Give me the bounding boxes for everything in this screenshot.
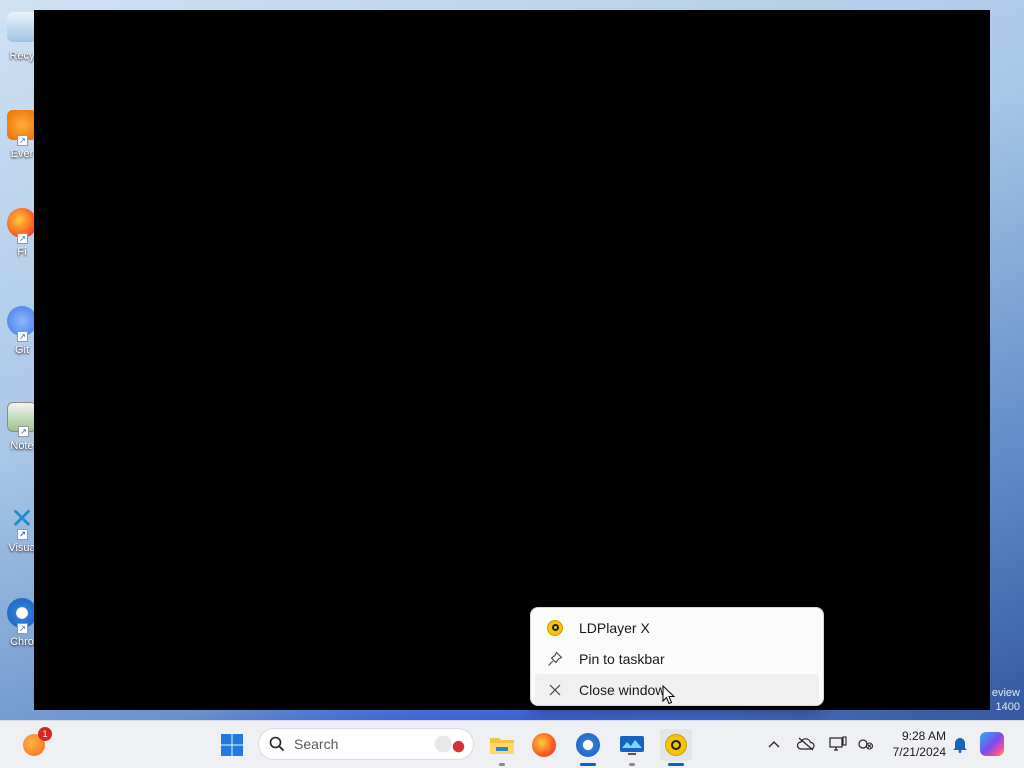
search-highlight-icon bbox=[433, 731, 467, 757]
notification-badge: 1 bbox=[38, 727, 52, 741]
cloud-offline-icon bbox=[797, 737, 815, 751]
running-indicator bbox=[580, 763, 596, 766]
desktop-icon-label: Git bbox=[14, 344, 30, 356]
onedrive-button[interactable] bbox=[792, 730, 820, 758]
chevron-up-icon bbox=[768, 741, 780, 748]
taskbar-chrome[interactable] bbox=[572, 729, 604, 766]
taskbar-firefox[interactable] bbox=[528, 729, 560, 761]
search-icon bbox=[269, 736, 285, 752]
desktop-icon-label: Visua bbox=[8, 542, 36, 554]
menu-item-label: Pin to taskbar bbox=[579, 650, 665, 667]
folder-icon bbox=[490, 738, 514, 754]
volume-button[interactable] bbox=[852, 730, 880, 758]
network-button[interactable] bbox=[824, 730, 852, 758]
notepad-icon: ↗ bbox=[7, 402, 37, 437]
start-button[interactable] bbox=[216, 729, 248, 761]
notifications-button[interactable] bbox=[946, 730, 974, 758]
watermark-line: eview bbox=[991, 687, 1020, 699]
recycle-bin-icon bbox=[7, 12, 37, 42]
bell-icon bbox=[953, 738, 967, 753]
windows-logo-icon bbox=[221, 734, 243, 756]
ldplayer-window[interactable] bbox=[34, 10, 990, 710]
evaluation-watermark: eview 1400 bbox=[992, 686, 1020, 714]
everything-icon: ↗ bbox=[7, 110, 37, 146]
show-hidden-icons-button[interactable] bbox=[760, 730, 788, 758]
desktop-icon-label: Fi bbox=[17, 246, 27, 258]
firefox-icon: ↗ bbox=[7, 208, 37, 244]
clock-time: 9:28 AM bbox=[901, 729, 946, 743]
chrome-icon: ↗ bbox=[7, 598, 37, 634]
menu-item-label: Close window bbox=[579, 681, 666, 698]
widgets-button[interactable]: 1 bbox=[18, 727, 52, 761]
menu-item-label: LDPlayer X bbox=[579, 619, 650, 636]
tray-right bbox=[946, 720, 1006, 768]
vscode-icon: ✕ ↗ bbox=[10, 503, 34, 540]
chrome-icon bbox=[576, 733, 600, 757]
firefox-icon bbox=[532, 733, 556, 757]
running-indicator bbox=[499, 763, 505, 766]
taskbar-search-box[interactable]: Search bbox=[258, 728, 474, 760]
close-icon bbox=[546, 681, 564, 699]
monitor-icon bbox=[620, 736, 644, 755]
running-indicator bbox=[668, 763, 684, 766]
ldplayer-icon bbox=[665, 734, 687, 756]
mouse-cursor-icon bbox=[662, 684, 676, 705]
desktop-icon-label: Ever bbox=[10, 148, 34, 160]
copilot-icon bbox=[980, 732, 1004, 756]
taskbar-ldplayer[interactable] bbox=[660, 729, 692, 766]
taskbar-file-explorer[interactable] bbox=[486, 729, 518, 766]
settings-status-icon bbox=[858, 739, 874, 750]
git-icon: ↗ bbox=[7, 306, 37, 342]
desktop-icon-label: Recy bbox=[9, 50, 35, 62]
clock-date: 7/21/2024 bbox=[892, 745, 946, 759]
taskbar-jump-menu: LDPlayer X Pin to taskbar Close window bbox=[530, 607, 824, 706]
menu-item-app[interactable]: LDPlayer X bbox=[535, 612, 819, 643]
taskbar-monitor-app[interactable] bbox=[616, 729, 648, 766]
taskbar-clock[interactable]: 9:28 AM 7/21/2024 bbox=[880, 728, 946, 760]
running-indicator bbox=[629, 763, 635, 766]
search-placeholder: Search bbox=[294, 736, 339, 752]
pin-icon bbox=[546, 650, 564, 668]
desktop-icon-label: Note bbox=[10, 440, 34, 452]
watermark-line: 1400 bbox=[995, 701, 1020, 713]
menu-item-close-window[interactable]: Close window bbox=[535, 674, 819, 705]
copilot-button[interactable] bbox=[978, 730, 1006, 758]
ldplayer-icon bbox=[546, 619, 564, 637]
network-icon bbox=[829, 736, 847, 751]
desktop-icon-label: Chro bbox=[10, 636, 34, 648]
menu-item-pin[interactable]: Pin to taskbar bbox=[535, 643, 819, 674]
system-tray bbox=[760, 720, 880, 768]
